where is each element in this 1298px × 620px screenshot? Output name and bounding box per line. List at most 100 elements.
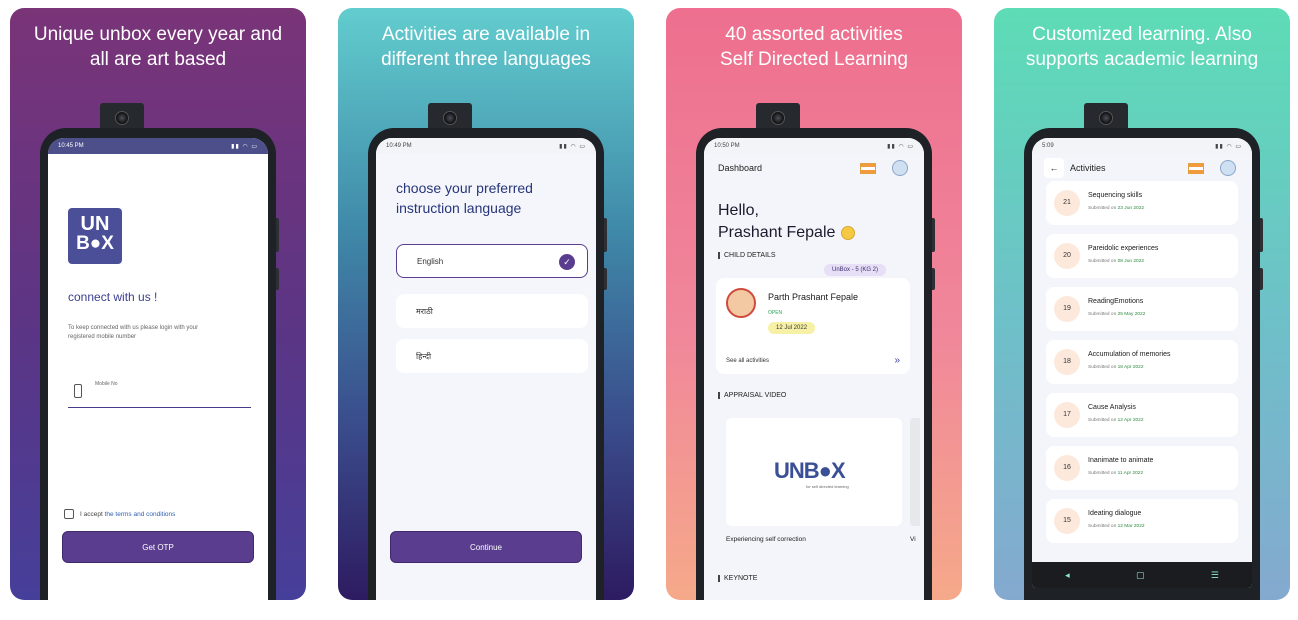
- activity-number: 17: [1054, 402, 1080, 428]
- screen-title: Dashboard: [718, 163, 763, 173]
- nav-back-icon[interactable]: ◂: [1065, 570, 1070, 581]
- submitted-prefix: Submitted on: [1088, 524, 1117, 529]
- activity-list-item[interactable]: 20 Pareidolic experiences Submitted on 08 …: [1046, 234, 1238, 278]
- continue-button[interactable]: Continue: [390, 531, 582, 563]
- phone-frame: 10:50 PM ▮▮ ◠ ▭ Dashboard Hello, Prashan…: [696, 128, 935, 600]
- terms-row: I accept the terms and conditions: [64, 509, 175, 519]
- connect-subtitle: To keep connected with us please login w…: [68, 325, 199, 340]
- child-card[interactable]: Parth Prashant Fepale OPEN 12 Jul 2022 S…: [716, 278, 910, 374]
- submitted-date: 08 Jun 2022: [1117, 259, 1145, 264]
- card-headline: Customized learning. Also supports acade…: [1025, 24, 1259, 70]
- activity-submitted: Submitted on 08 Jun 2022: [1088, 259, 1144, 264]
- activity-title: Pareidolic experiences: [1088, 245, 1159, 252]
- terms-prefix: I accept: [80, 510, 103, 518]
- activity-list-item[interactable]: 16 Inanimate to animate Submitted on 11 Ap…: [1046, 446, 1238, 490]
- activity-number: 21: [1054, 190, 1080, 216]
- language-option-marathi[interactable]: मराठी: [396, 294, 588, 328]
- volume-button: [1260, 218, 1263, 252]
- submitted-prefix: Submitted on: [1088, 259, 1117, 264]
- activity-title: Ideating dialogue: [1088, 510, 1142, 517]
- video-caption: Experiencing self correction: [726, 536, 806, 543]
- activity-submitted: Submitted on 25 May 2022: [1088, 312, 1145, 317]
- status-time: 5:09: [1042, 143, 1054, 149]
- profile-avatar[interactable]: [1220, 160, 1236, 176]
- phone-frame: 10:45 PM ▮▮ ◠ ▭ UN B●X connect with us !…: [40, 128, 279, 600]
- camera-lens-icon: [115, 111, 129, 125]
- screen-title: Activities: [1070, 163, 1106, 173]
- activity-list-item[interactable]: 21 Sequencing skills Submitted on 23 Jun 2…: [1046, 181, 1238, 225]
- activity-number: 16: [1054, 455, 1080, 481]
- submitted-prefix: Submitted on: [1088, 418, 1117, 423]
- status-bar: 10:45 PM ▮▮ ◠ ▭: [48, 138, 268, 154]
- mobile-number-input[interactable]: Mobile No: [68, 378, 251, 408]
- activity-list-item[interactable]: 18 Accumulation of memories Submitted on 1…: [1046, 340, 1238, 384]
- check-circle-icon: ✓: [559, 254, 575, 270]
- back-arrow-icon[interactable]: ←: [1044, 158, 1064, 178]
- video-logo-tagline: for self directed learning: [806, 484, 849, 489]
- mobile-phone-icon: [74, 384, 82, 398]
- power-button: [932, 268, 935, 290]
- screenshot-card-dashboard: 40 assorted activities Self Directed Lea…: [666, 8, 962, 600]
- language-label: English: [417, 256, 444, 266]
- status-bar: 10:49 PM ▮▮ ◠ ▭: [376, 138, 596, 154]
- language-title: choose your preferred instruction langua…: [396, 180, 533, 216]
- language-option-hindi[interactable]: हिन्दी: [396, 339, 588, 373]
- language-label: मराठी: [416, 306, 433, 316]
- submitted-date: 11 Apr 2022: [1117, 471, 1144, 476]
- submitted-date: 25 May 2022: [1117, 312, 1146, 317]
- phone-screen: 5:09 ▮▮ ◠ ▭ ← Activities 21 Sequencing sk…: [1032, 138, 1252, 588]
- phone-frame: 5:09 ▮▮ ◠ ▭ ← Activities 21 Sequencing sk…: [1024, 128, 1263, 600]
- status-time: 10:49 PM: [386, 143, 412, 149]
- phone-screen: 10:49 PM ▮▮ ◠ ▭ choose your preferred in…: [376, 138, 596, 600]
- nav-home-icon[interactable]: ▢: [1136, 570, 1145, 581]
- volume-button: [932, 218, 935, 252]
- activity-title: Inanimate to animate: [1088, 457, 1154, 464]
- video-thumbnail[interactable]: UNB●X for self directed learning: [726, 418, 902, 526]
- appraisal-video-heading: APPRAISAL VIDEO: [718, 392, 786, 399]
- terms-checkbox[interactable]: [64, 509, 74, 519]
- submitted-date: 23 Jun 2022: [1117, 206, 1145, 211]
- next-video-thumbnail[interactable]: [910, 418, 920, 526]
- submitted-prefix: Submitted on: [1088, 471, 1117, 476]
- profile-avatar[interactable]: [892, 160, 908, 176]
- activity-submitted: Submitted on 18 Apr 2022: [1088, 365, 1144, 370]
- terms-link[interactable]: the terms and conditions: [105, 511, 176, 518]
- activity-list-item[interactable]: 15 Ideating dialogue Submitted on 12 Mar 2…: [1046, 499, 1238, 543]
- activity-submitted: Submitted on 12 Apr 2022: [1088, 418, 1144, 423]
- activity-title: Accumulation of memories: [1088, 351, 1171, 358]
- language-label: हिन्दी: [416, 351, 432, 361]
- mobile-label: Mobile No: [95, 381, 118, 387]
- activity-number: 18: [1054, 349, 1080, 375]
- keynote-heading: KEYNOTE: [718, 575, 757, 582]
- language-option-english[interactable]: English ✓: [396, 244, 588, 278]
- screenshot-card-activities: Customized learning. Also supports acade…: [994, 8, 1290, 600]
- activity-submitted: Submitted on 11 Apr 2022: [1088, 471, 1143, 476]
- class-badge: UnBox - 5 (KG 2): [824, 264, 887, 276]
- logo-line2: B●X: [76, 233, 114, 254]
- greeting-hello: Hello,: [718, 202, 759, 219]
- get-otp-button[interactable]: Get OTP: [62, 531, 254, 563]
- phone-screen: 10:50 PM ▮▮ ◠ ▭ Dashboard Hello, Prashan…: [704, 138, 924, 600]
- language-flag-icon[interactable]: [1188, 163, 1204, 174]
- see-all-activities-link[interactable]: See all activities: [726, 358, 769, 364]
- activity-list-item[interactable]: 17 Cause Analysis Submitted on 12 Apr 2022: [1046, 393, 1238, 437]
- connect-title: connect with us !: [68, 290, 158, 304]
- activity-list-item[interactable]: 19 ReadingEmotions Submitted on 25 May 202…: [1046, 287, 1238, 331]
- child-details-heading: CHILD DETAILS: [718, 252, 776, 259]
- activity-number: 20: [1054, 243, 1080, 269]
- language-flag-icon[interactable]: [860, 163, 876, 174]
- double-chevron-right-icon[interactable]: »: [894, 355, 900, 366]
- status-time: 10:45 PM: [58, 143, 84, 149]
- logo-line1: UN: [80, 213, 110, 235]
- submitted-prefix: Submitted on: [1088, 312, 1117, 317]
- activity-submitted: Submitted on 12 Mar 2022: [1088, 524, 1145, 529]
- nav-recents-icon[interactable]: ☰: [1211, 570, 1219, 581]
- child-name: Parth Prashant Fepale: [768, 292, 859, 302]
- unbox-logo: UN B●X: [68, 208, 122, 264]
- camera-lens-icon: [771, 111, 785, 125]
- app-header: ← Activities: [1032, 154, 1252, 182]
- card-headline: Unique unbox every year and all are art …: [33, 24, 283, 70]
- next-video-caption: Vi: [910, 536, 916, 543]
- screenshot-card-language: Activities are available in different th…: [338, 8, 634, 600]
- camera-lens-icon: [1099, 111, 1113, 125]
